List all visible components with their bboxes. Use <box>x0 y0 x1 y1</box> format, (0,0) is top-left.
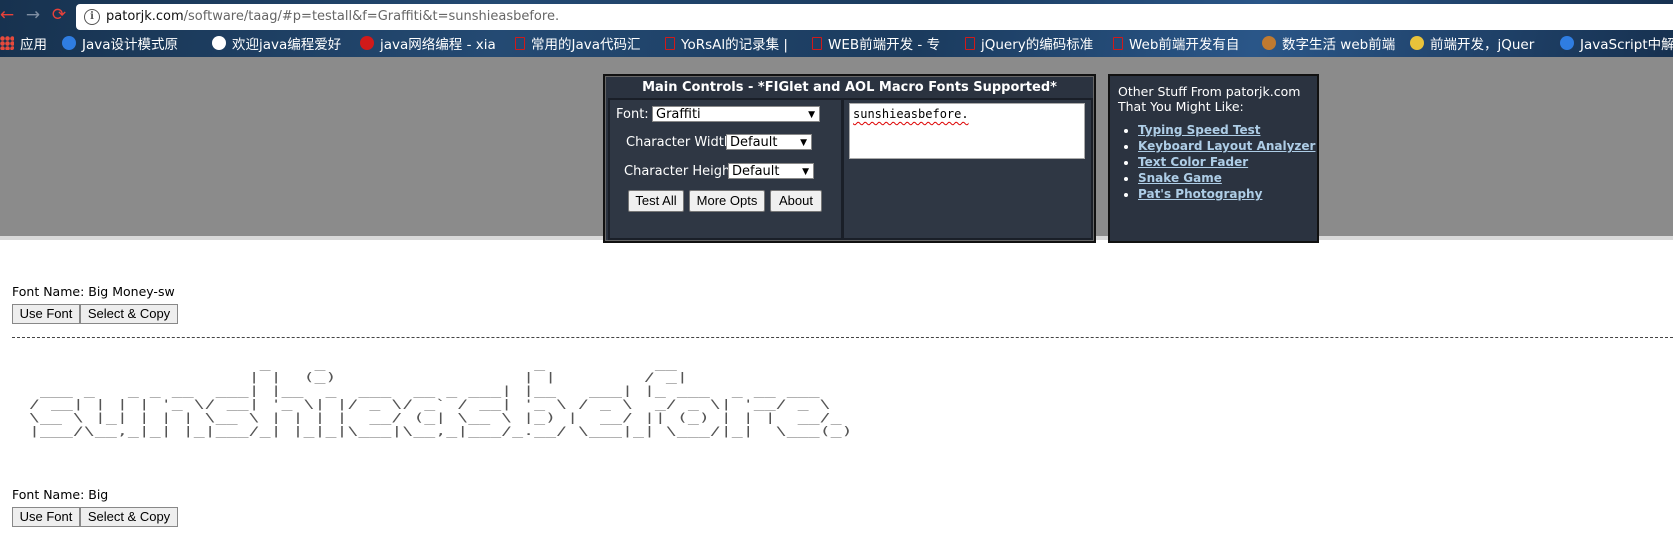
bookmark-label: Web前端开发有自 <box>1129 37 1240 53</box>
link-snake-game[interactable]: Snake Game <box>1138 171 1222 185</box>
page-icon <box>515 36 525 50</box>
bookmark-item[interactable]: Java设计模式原 <box>62 32 202 54</box>
bookmark-item[interactable]: java网络编程 - xia <box>360 32 508 54</box>
favicon-icon <box>1262 36 1276 50</box>
link-text-color-fader[interactable]: Text Color Fader <box>1138 155 1248 169</box>
list-item: Snake Game <box>1138 170 1318 186</box>
font-name-label: Font Name: Big <box>12 487 109 502</box>
other-stuff-panel: Other Stuff From patorjk.com That You Mi… <box>1108 74 1319 243</box>
link-keyboard-layout-analyzer[interactable]: Keyboard Layout Analyzer <box>1138 139 1315 153</box>
select-copy-button[interactable]: Select & Copy <box>80 507 178 527</box>
bookmark-item[interactable]: 常用的Java代码汇 <box>515 32 657 54</box>
info-icon[interactable]: i <box>84 9 100 25</box>
page-icon <box>665 36 675 50</box>
dropdown-arrow-icon: ▼ <box>800 138 807 148</box>
favicon-icon <box>212 36 226 50</box>
controls-left-pane: Font: Graffiti ▼ Character Width: Default… <box>608 98 843 240</box>
browser-chrome: ← → ⟳ i patorjk.com/software/taag/#p=tes… <box>0 0 1673 57</box>
favicon-icon <box>360 36 374 50</box>
favicon-icon <box>1410 36 1424 50</box>
list-item: Text Color Fader <box>1138 154 1318 170</box>
ascii-art-preview: _ _ _ __ | | (_) | | / _| ___ _ _ _ __ _… <box>28 357 853 438</box>
bookmark-item[interactable]: jQuery的编码标准 <box>965 32 1105 54</box>
bookmark-label: WEB前端开发 - 专 <box>828 37 941 53</box>
url-host: patorjk.com <box>106 9 184 24</box>
more-opts-button[interactable]: More Opts <box>689 190 765 212</box>
bookmark-item[interactable]: 欢迎java编程爱好 <box>212 32 352 54</box>
bookmark-label: Java设计模式原 <box>82 37 179 53</box>
bookmark-apps[interactable]: 应用 <box>0 32 56 54</box>
bookmark-item[interactable]: 数字生活 web前端 <box>1262 32 1402 54</box>
bookmark-label: 数字生活 web前端 <box>1282 37 1396 53</box>
char-width-label: Character Width: <box>626 135 737 150</box>
page-icon <box>812 36 822 50</box>
apps-grid-icon <box>0 36 14 50</box>
char-height-label: Character Height: <box>624 164 740 179</box>
url-text[interactable]: patorjk.com/software/taag/#p=testall&f=G… <box>106 9 559 24</box>
favicon-icon <box>62 36 76 50</box>
dropdown-arrow-icon: ▼ <box>802 167 809 177</box>
bookmark-item[interactable]: WEB前端开发 - 专 <box>812 32 958 54</box>
result-divider <box>12 337 1673 338</box>
bookmark-label: java网络编程 - xia <box>380 37 496 53</box>
bookmark-item[interactable]: YoRsAl的记录集 | <box>665 32 805 54</box>
page-icon <box>1113 36 1123 50</box>
back-arrow-icon[interactable]: ← <box>0 4 18 26</box>
text-input[interactable]: sunshieasbefore. <box>849 103 1085 159</box>
bookmark-label: jQuery的编码标准 <box>981 37 1094 53</box>
test-all-button[interactable]: Test All <box>628 190 684 212</box>
use-font-button[interactable]: Use Font <box>12 507 80 527</box>
navigation-bar: ← → ⟳ i patorjk.com/software/taag/#p=tes… <box>0 0 1673 30</box>
bookmarks-bar: 应用 Java设计模式原 欢迎java编程爱好 java网络编程 - xia 常用的Ja… <box>0 32 1673 56</box>
char-height-select[interactable]: Default ▼ <box>728 163 814 179</box>
bookmark-label: YoRsAl的记录集 | <box>681 37 788 53</box>
other-stuff-intro: Other Stuff From patorjk.com That You Mi… <box>1118 84 1301 114</box>
font-label: Font: <box>616 107 649 122</box>
bookmark-item[interactable]: JavaScript中解 <box>1560 32 1673 54</box>
address-bar[interactable]: i patorjk.com/software/taag/#p=testall&f… <box>76 4 1673 30</box>
char-width-select[interactable]: Default ▼ <box>726 134 812 150</box>
bookmark-label: JavaScript中解 <box>1580 37 1673 53</box>
dropdown-arrow-icon: ▼ <box>808 110 815 120</box>
list-item: Typing Speed Test <box>1138 122 1318 138</box>
char-height-value: Default <box>732 164 780 179</box>
main-controls-title: Main Controls - *FIGlet and AOL Macro Fo… <box>642 80 1057 95</box>
font-select-value: Graffiti <box>656 107 701 122</box>
font-name-label: Font Name: Big Money-sw <box>12 284 175 299</box>
url-path: /software/taag/#p=testall&f=Graffiti&t=s… <box>183 9 560 24</box>
other-stuff-links: Typing Speed Test Keyboard Layout Analyz… <box>1120 122 1318 202</box>
forward-arrow-icon[interactable]: → <box>22 4 44 26</box>
bookmark-label: 前端开发，jQuer <box>1430 37 1535 53</box>
bookmark-label: 常用的Java代码汇 <box>531 37 641 53</box>
main-controls-panel: Main Controls - *FIGlet and AOL Macro Fo… <box>603 74 1096 243</box>
bookmark-label: 应用 <box>20 37 47 53</box>
bookmark-item[interactable]: Web前端开发有自 <box>1113 32 1255 54</box>
about-button[interactable]: About <box>770 190 822 212</box>
page-icon <box>965 36 975 50</box>
link-pats-photography[interactable]: Pat's Photography <box>1138 187 1262 201</box>
link-typing-speed-test[interactable]: Typing Speed Test <box>1138 123 1260 137</box>
char-width-value: Default <box>730 135 778 150</box>
bookmark-item[interactable]: 前端开发，jQuer <box>1410 32 1550 54</box>
favicon-icon <box>1560 36 1574 50</box>
select-copy-button[interactable]: Select & Copy <box>80 304 178 324</box>
bookmark-label: 欢迎java编程爱好 <box>232 37 342 53</box>
font-select[interactable]: Graffiti ▼ <box>652 106 820 122</box>
list-item: Pat's Photography <box>1138 186 1318 202</box>
list-item: Keyboard Layout Analyzer <box>1138 138 1318 154</box>
use-font-button[interactable]: Use Font <box>12 304 80 324</box>
controls-right-pane: sunshieasbefore. <box>842 98 1093 240</box>
reload-icon[interactable]: ⟳ <box>48 4 70 26</box>
